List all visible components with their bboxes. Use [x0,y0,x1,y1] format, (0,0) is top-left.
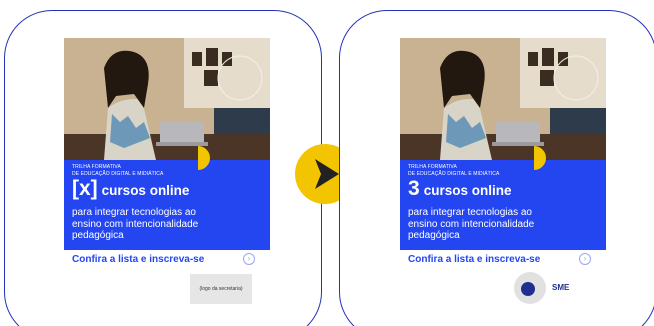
subtitle-line-2: ensino com intencionalidade [408,218,535,230]
blue-banner: TRILHA FORMATIVA DE EDUCAÇÃO DIGITAL E M… [64,160,270,250]
subtitle-line-3: pedagógica [72,230,124,241]
student-laptop-photo [400,38,606,160]
subtitle: para integrar tecnologias ao ensino com … [72,207,262,242]
headline: [x] cursos online [72,177,189,201]
cta-link[interactable]: Confira a lista e inscreva-se [72,254,204,265]
sme-logo-text: SME [552,283,570,292]
subtitle-line-1: para integrar tecnologias ao [72,207,196,218]
sme-logo-circle [514,272,546,304]
arrow-circle-icon[interactable]: › [579,253,591,265]
headline-rest: cursos online [101,183,190,198]
card-template: TRILHA FORMATIVA DE EDUCAÇÃO DIGITAL E M… [64,38,270,326]
subtitle: para integrar tecnologias ao ensino com … [408,207,598,242]
subtitle-line-3: pedagógica [408,230,460,241]
subtitle-line-1: para integrar tecnologias ao [408,207,532,218]
logo-placeholder: (logo da secretaria) [190,274,252,304]
eyebrow-text: TRILHA FORMATIVA DE EDUCAÇÃO DIGITAL E M… [408,164,499,177]
cta-link[interactable]: Confira a lista e inscreva-se [408,254,540,265]
headline-number: [x] [72,177,98,200]
student-laptop-photo [64,38,270,160]
card-example: TRILHA FORMATIVA DE EDUCAÇÃO DIGITAL E M… [400,38,606,326]
sme-logo-dot [521,282,535,296]
arrow-circle-icon[interactable]: › [243,253,255,265]
headline-rest: cursos online [423,183,512,198]
blue-banner: TRILHA FORMATIVA DE EDUCAÇÃO DIGITAL E M… [400,160,606,250]
eyebrow-text: TRILHA FORMATIVA DE EDUCAÇÃO DIGITAL E M… [72,164,163,177]
headline: 3 cursos online [408,177,511,201]
subtitle-line-2: ensino com intencionalidade [72,218,199,230]
logo-placeholder-label: (logo da secretaria) [199,286,243,292]
headline-number: 3 [408,177,420,200]
